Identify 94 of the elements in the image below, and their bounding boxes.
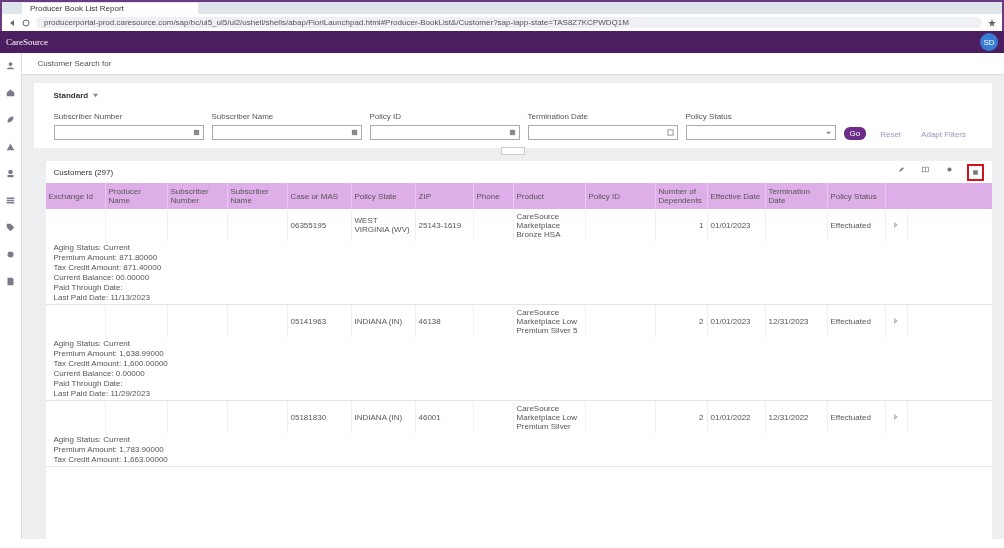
column-header[interactable]: Exchange Id [48, 191, 93, 201]
table-cell: 01/01/2022 [710, 412, 751, 422]
detail-line: Tax Credit Amount: 1,600.00000 [53, 359, 169, 368]
column-header[interactable]: Subscriber Name [230, 187, 284, 205]
calendar-icon[interactable] [666, 129, 674, 136]
export-button[interactable] [967, 163, 984, 181]
field-label: Policy ID [369, 112, 403, 121]
address-bar[interactable]: producerportal-prod.caresource.com/sap/bc/ui5_ui5/ui2/ushell/shells/abap/FioriLaunchpad.html#Producer-BookList&/Customer?sap-iapp-state=TAS8Z7KCPWDQ1M [36, 17, 982, 28]
column-header[interactable]: Producer Name [108, 187, 164, 205]
detail-line: Aging Status: Current [53, 435, 131, 444]
table-cell: 2 [699, 412, 704, 422]
column-header[interactable]: Effective Date [710, 191, 761, 201]
table-cell-text: CareSource Marketplace Low Premium Silver 5 [516, 307, 579, 335]
column-header[interactable]: Subscriber Number [170, 187, 224, 205]
table-title: Customers (297) [53, 167, 114, 177]
table-cell-text: WEST VIRGINIA (WV) [354, 216, 411, 234]
table-cell: 05181830 [290, 412, 327, 422]
go-button[interactable]: Go [843, 127, 867, 140]
tag-icon[interactable] [5, 223, 15, 232]
collapse-handle[interactable] [500, 147, 525, 155]
filter-field[interactable] [53, 125, 204, 140]
table-cell: Effectuated [830, 316, 871, 326]
detail-line: Last Paid Date: 11/13/2023 [53, 293, 151, 302]
column-header[interactable]: Policy ID [588, 191, 621, 201]
table-cell: 2 [699, 316, 704, 326]
detail-line: Aging Status: Current [53, 243, 131, 252]
value-help-icon[interactable] [508, 129, 516, 136]
column-header[interactable]: Case or MAS [290, 191, 339, 201]
user-avatar[interactable]: SD [980, 33, 998, 51]
column-header[interactable]: Policy State [354, 191, 397, 201]
detail-line: Last Paid Date: 11/29/2023 [53, 389, 151, 398]
value-help-icon[interactable] [350, 129, 358, 136]
field-label: Policy Status [685, 112, 733, 121]
column-header[interactable]: Product [516, 191, 545, 201]
caret-icon[interactable] [92, 92, 100, 99]
table-cell: 46001 [418, 412, 441, 422]
dot-icon[interactable] [5, 250, 15, 259]
detail-line: Aging Status: Current [53, 339, 131, 348]
table-cell: INDIANA (IN) [354, 316, 403, 326]
back-icon[interactable] [8, 18, 16, 27]
detail-line: Premium Amount: 1,638.99000 [53, 349, 165, 358]
home-icon[interactable] [5, 88, 15, 97]
detail-line: Premium Amount: 1,783.90000 [53, 445, 165, 454]
filter-field[interactable] [685, 125, 836, 140]
star-icon[interactable] [988, 18, 996, 27]
detail-line: Paid Through Date: [53, 379, 124, 388]
column-header[interactable]: Termination Date [768, 187, 824, 205]
table-cell: 1 [699, 220, 704, 230]
value-help-icon[interactable] [192, 129, 200, 136]
column-header[interactable]: ZIP [418, 191, 431, 201]
table-cell: 46138 [418, 316, 441, 326]
person-icon[interactable] [5, 61, 15, 70]
chevron-icon[interactable] [894, 222, 898, 228]
table-cell: 05141963 [290, 316, 327, 326]
filter-field[interactable] [527, 125, 678, 140]
dropdown-icon[interactable] [824, 129, 832, 136]
table-cell-text: CareSource Marketplace Low Premium Silver [516, 403, 578, 431]
detail-line: Tax Credit Amount: 871.40000 [53, 263, 163, 272]
detail-line: Current Balance: 00.00000 [53, 273, 151, 282]
adapt-filters-button[interactable]: Adapt Filters [915, 129, 972, 140]
app-logo[interactable]: CareSource [6, 37, 48, 47]
chevron-icon[interactable] [894, 414, 898, 420]
filter-field[interactable] [369, 125, 520, 140]
field-label: Subscriber Name [211, 112, 275, 121]
table-cell: 06355195 [290, 220, 327, 230]
doc-icon[interactable] [5, 277, 15, 286]
reset-button[interactable]: Reset [874, 129, 908, 140]
column-header[interactable]: Number of Dependents [658, 187, 704, 205]
leaf-icon[interactable] [5, 115, 15, 124]
chevron-icon[interactable] [894, 318, 898, 324]
table-cell: Effectuated [830, 412, 871, 422]
table-cell: INDIANA (IN) [354, 412, 403, 422]
table-cell-text: CareSource Marketplace Bronze HSA [516, 211, 562, 239]
variant-selector[interactable]: Standard [53, 91, 89, 100]
table-cell: 01/01/2023 [710, 316, 751, 326]
table-cell: 01/01/2023 [710, 220, 751, 230]
column-header[interactable]: Policy Status [830, 191, 877, 201]
table-cell: 25143-1619 [418, 220, 462, 230]
table-cell: Effectuated [830, 220, 871, 230]
field-label: Subscriber Number [53, 112, 124, 121]
detail-line: Premium Amount: 871.80000 [53, 253, 159, 262]
filter-field[interactable] [211, 125, 362, 140]
column-header[interactable]: Phone [476, 191, 500, 201]
detail-line: Tax Credit Amount: 1,663.00000 [53, 455, 169, 464]
reload-icon[interactable] [22, 18, 30, 27]
detail-line: Current Balance: 0.00000 [53, 369, 146, 378]
detail-line: Paid Through Date: [53, 283, 124, 292]
table-cell: 12/31/2022 [768, 412, 809, 422]
list-icon[interactable] [5, 196, 15, 205]
user-icon[interactable] [5, 169, 15, 178]
browser-tab[interactable]: Producer Book List Report [22, 3, 198, 14]
page-title: Customer Search for [37, 59, 112, 68]
field-label: Termination Date [527, 112, 589, 121]
table-cell: 12/31/2023 [768, 316, 809, 326]
